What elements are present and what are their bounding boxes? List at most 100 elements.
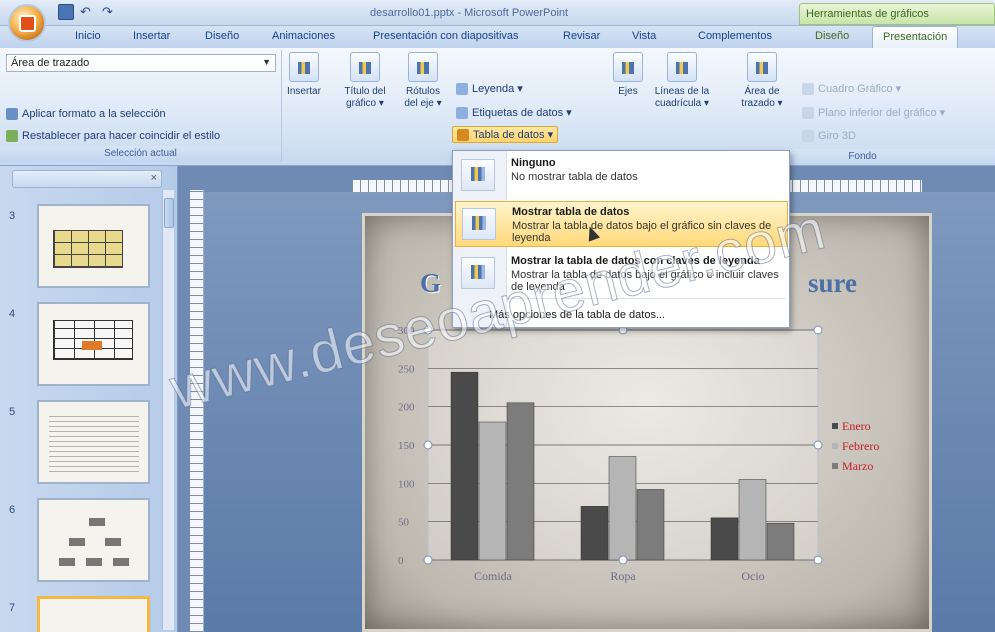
chart-title-label: Título del gráfico ▾ bbox=[344, 86, 386, 109]
bar bbox=[506, 402, 535, 561]
format-selection-label: Aplicar formato a la selección bbox=[22, 108, 166, 120]
plot-area-icon bbox=[747, 52, 777, 82]
format-selection-button[interactable]: Aplicar formato a la selección bbox=[6, 108, 166, 120]
y-tick-label: 0 bbox=[398, 555, 404, 567]
no-table-icon bbox=[461, 159, 495, 191]
text-thumbnail-graphic bbox=[49, 412, 139, 472]
chart-title-icon bbox=[350, 52, 380, 82]
insertar-label: Insertar bbox=[287, 86, 321, 97]
quick-access-toolbar: ↶ ↷ bbox=[58, 4, 118, 20]
slide-title-end[interactable]: sure bbox=[808, 268, 857, 299]
slide-thumbnail[interactable] bbox=[37, 400, 150, 484]
y-tick-label: 150 bbox=[398, 440, 415, 452]
save-icon[interactable] bbox=[58, 4, 74, 20]
slide-thumbnail[interactable] bbox=[37, 302, 150, 386]
slide-thumbnail[interactable] bbox=[37, 498, 150, 582]
data-table-button[interactable]: Tabla de datos ▾ bbox=[452, 126, 559, 143]
gridlines-button[interactable]: Líneas de la cuadrícula ▾ bbox=[652, 52, 712, 110]
legend-label: Marzo bbox=[842, 459, 873, 473]
legend-button[interactable]: Leyenda ▾ bbox=[456, 82, 523, 95]
bar bbox=[636, 489, 665, 561]
menu-item-tabla-claves[interactable]: Mostrar la tabla de datos con claves de … bbox=[455, 251, 788, 297]
tab-complementos[interactable]: Complementos bbox=[698, 30, 772, 42]
legend-key bbox=[832, 443, 838, 449]
rotation-3d-button[interactable]: Giro 3D bbox=[802, 130, 856, 142]
legend-label: Leyenda ▾ bbox=[472, 83, 523, 95]
tab-diseno[interactable]: Diseño bbox=[205, 30, 239, 42]
data-labels-button[interactable]: Etiquetas de datos ▾ bbox=[456, 106, 572, 119]
group-seleccion-actual: Área de trazado ▼ Aplicar formato a la s… bbox=[0, 50, 282, 162]
axis-titles-label: Rótulos del eje ▾ bbox=[404, 86, 442, 109]
slide-thumbnail-selected[interactable] bbox=[37, 596, 150, 632]
legend-label: Febrero bbox=[842, 439, 879, 453]
tab-insertar[interactable]: Insertar bbox=[133, 30, 170, 42]
slides-panel: × 3 4 5 6 7 bbox=[0, 166, 178, 632]
reset-style-button[interactable]: Restablecer para hacer coincidir el esti… bbox=[6, 130, 220, 142]
axis-titles-icon bbox=[408, 52, 438, 82]
menu-item-mostrar-tabla[interactable]: Mostrar tabla de datos Mostrar la tabla … bbox=[455, 201, 788, 247]
bar-chart[interactable]: 0 50 100 150 200 250 300 Comida Ropa Ocio Enero Feb… bbox=[370, 320, 910, 610]
redo-icon[interactable]: ↷ bbox=[102, 4, 118, 20]
tab-vista[interactable]: Vista bbox=[632, 30, 656, 42]
bar bbox=[478, 421, 507, 561]
ribbon-tabs: Inicio Insertar Diseño Animaciones Prese… bbox=[0, 26, 995, 48]
vertical-ruler bbox=[190, 190, 204, 632]
x-tick-label: Ropa bbox=[610, 569, 636, 583]
chart-floor-button[interactable]: Plano inferior del gráfico ▾ bbox=[802, 106, 945, 119]
data-table-label: Tabla de datos ▾ bbox=[473, 129, 554, 141]
chart-elements-combo[interactable]: Área de trazado ▼ bbox=[6, 54, 276, 72]
tab-presentacion-diapositivas[interactable]: Presentación con diapositivas bbox=[373, 30, 519, 42]
slides-scrollbar[interactable] bbox=[162, 190, 174, 630]
contextual-tools-title: Herramientas de gráficos bbox=[799, 3, 995, 25]
axes-button[interactable]: Ejes bbox=[608, 52, 648, 98]
gridlines-label: Líneas de la cuadrícula ▾ bbox=[654, 86, 710, 109]
selection-handle bbox=[423, 325, 433, 335]
data-labels-icon bbox=[456, 106, 468, 119]
slides-outline-tabs[interactable]: × bbox=[12, 170, 162, 188]
menu-item-ninguno[interactable]: Ninguno No mostrar tabla de datos bbox=[455, 153, 788, 199]
menu-item-title: Mostrar tabla de datos bbox=[512, 206, 630, 218]
chart-title-button[interactable]: Título del gráfico ▾ bbox=[340, 52, 390, 110]
menu-item-desc: No mostrar tabla de datos bbox=[511, 171, 638, 183]
undo-icon[interactable]: ↶ bbox=[80, 4, 96, 20]
y-tick-label: 250 bbox=[398, 363, 415, 375]
selection-handle bbox=[423, 440, 433, 450]
data-table-icon bbox=[457, 128, 469, 141]
slide-number: 7 bbox=[9, 602, 16, 614]
reset-icon bbox=[6, 130, 18, 142]
close-icon[interactable]: × bbox=[151, 172, 157, 184]
bar bbox=[738, 479, 767, 561]
selection-handle bbox=[813, 325, 823, 335]
tab-chart-diseno[interactable]: Diseño bbox=[815, 30, 849, 42]
insertar-button[interactable]: Insertar bbox=[284, 52, 324, 98]
slide-number: 4 bbox=[9, 308, 16, 320]
insert-shape-icon bbox=[289, 52, 319, 82]
more-options-link[interactable]: Más opciones de la tabla de datos... bbox=[489, 309, 665, 321]
menu-item-desc: Mostrar la tabla de datos bajo el gráfic… bbox=[512, 220, 772, 244]
group-label-seleccion: Selección actual bbox=[0, 146, 281, 162]
axis-titles-button[interactable]: Rótulos del eje ▾ bbox=[398, 52, 448, 110]
legend-label: Enero bbox=[842, 419, 871, 433]
chart-floor-icon bbox=[802, 106, 814, 119]
tab-chart-presentacion[interactable]: Presentación bbox=[872, 26, 959, 48]
slide-title[interactable]: G bbox=[420, 268, 441, 299]
selection-handle bbox=[618, 555, 628, 565]
slide-number: 3 bbox=[9, 210, 16, 222]
chevron-down-icon: ▼ bbox=[262, 57, 271, 67]
chart-wall-button[interactable]: Cuadro Gráfico ▾ bbox=[802, 82, 901, 95]
tab-animaciones[interactable]: Animaciones bbox=[272, 30, 335, 42]
slide-thumbnail[interactable] bbox=[37, 204, 150, 288]
office-button[interactable] bbox=[8, 4, 46, 42]
tab-inicio[interactable]: Inicio bbox=[75, 30, 101, 42]
slide-number: 5 bbox=[9, 406, 16, 418]
y-tick-label: 100 bbox=[398, 478, 415, 490]
chart-floor-label: Plano inferior del gráfico ▾ bbox=[818, 107, 946, 119]
menu-item-desc: Mostrar la tabla de datos bajo el gráfic… bbox=[511, 269, 779, 293]
bar bbox=[580, 506, 609, 561]
scrollbar-thumb[interactable] bbox=[164, 198, 174, 228]
window-title: desarrollo01.pptx - Microsoft PowerPoint bbox=[370, 7, 569, 19]
tab-revisar[interactable]: Revisar bbox=[563, 30, 600, 42]
format-icon bbox=[6, 108, 18, 120]
plot-area-button[interactable]: Área de trazado ▾ bbox=[734, 52, 790, 110]
ribbon: Área de trazado ▼ Aplicar formato a la s… bbox=[0, 48, 995, 166]
